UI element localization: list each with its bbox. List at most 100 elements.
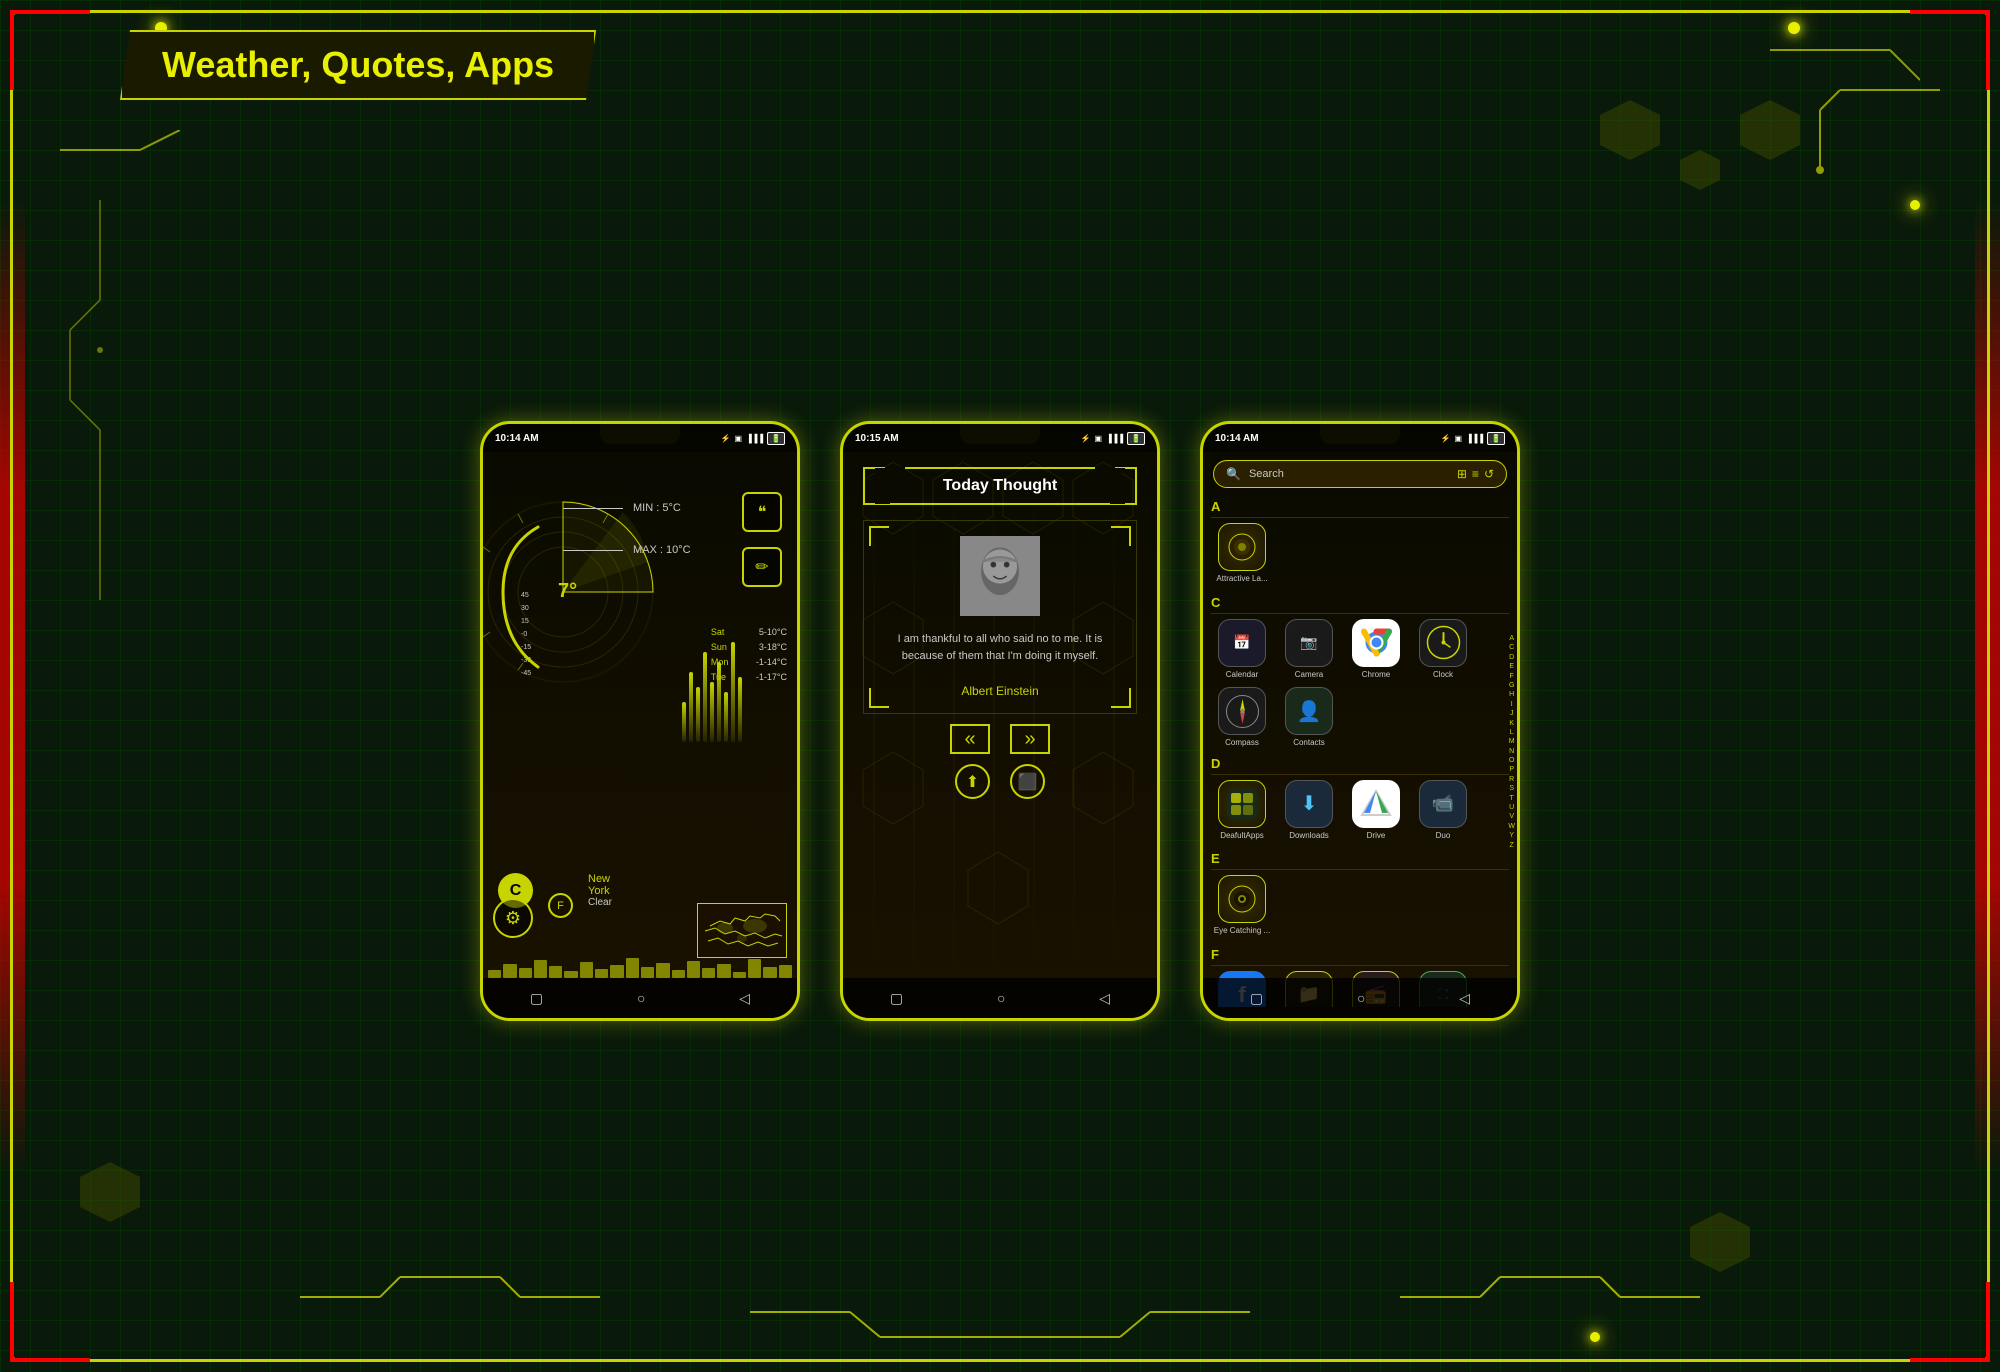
- vbar-9: [738, 677, 742, 742]
- vbar-5: [710, 682, 714, 742]
- settings-button[interactable]: ⚙: [493, 898, 533, 938]
- world-map: [697, 903, 787, 958]
- idx-f[interactable]: F: [1508, 673, 1515, 681]
- weather-icon-buttons: ❝ ✏: [742, 492, 782, 587]
- phone1-notch: [600, 424, 680, 444]
- idx-h[interactable]: H: [1508, 691, 1515, 699]
- signal-icon: ▐▐▐: [746, 434, 763, 443]
- app-attractive[interactable]: Attractive La...: [1211, 523, 1273, 584]
- app-chrome[interactable]: Chrome: [1345, 619, 1407, 680]
- phone-thought: 10:15 AM ⚡ ▣ ▐▐▐ 🔋: [840, 421, 1160, 1021]
- phone1-status-icons: ⚡ ▣ ▐▐▐ 🔋: [720, 432, 785, 445]
- search-bar[interactable]: 🔍 Search ⊞ ≡ ↺: [1213, 460, 1507, 488]
- forecast-sat: Sat 5-10°C: [711, 627, 787, 637]
- idx-u[interactable]: U: [1508, 804, 1515, 812]
- quote-icon-btn[interactable]: ❝: [742, 492, 782, 532]
- idx-m[interactable]: M: [1508, 738, 1515, 746]
- nav-circle-2[interactable]: ○: [997, 990, 1005, 1006]
- app-eyecatching[interactable]: Eye Catching ...: [1211, 875, 1273, 936]
- f-temperature-indicator[interactable]: F: [548, 893, 573, 918]
- corner-bl: [10, 1282, 90, 1362]
- grid-view-icon[interactable]: ⊞: [1457, 467, 1467, 481]
- phone3-battery: 🔋: [1487, 432, 1505, 445]
- nav-back-3[interactable]: ◁: [1459, 990, 1470, 1007]
- app-defaultapps[interactable]: DeafultApps: [1211, 780, 1273, 841]
- idx-o[interactable]: O: [1508, 757, 1515, 765]
- phone3-wifi: ▣: [1454, 434, 1462, 443]
- idx-y[interactable]: Y: [1508, 832, 1515, 840]
- phone2-wifi: ▣: [1094, 434, 1102, 443]
- nav-back-1[interactable]: ◁: [739, 990, 750, 1007]
- nav-back-2[interactable]: ◁: [1099, 990, 1110, 1007]
- eq-bar-9: [610, 965, 623, 978]
- idx-z[interactable]: Z: [1508, 842, 1515, 850]
- phones-container: 10:14 AM ⚡ ▣ ▐▐▐ 🔋: [100, 150, 1900, 1292]
- app-clock[interactable]: Clock: [1412, 619, 1474, 680]
- app-downloads[interactable]: ⬇ Downloads: [1278, 780, 1340, 841]
- idx-w[interactable]: W: [1508, 823, 1515, 831]
- drive-icon: [1352, 780, 1400, 828]
- idx-v[interactable]: V: [1508, 813, 1515, 821]
- idx-g[interactable]: G: [1508, 682, 1515, 690]
- idx-s[interactable]: S: [1508, 785, 1515, 793]
- clock-name: Clock: [1433, 670, 1453, 680]
- app-contacts[interactable]: 👤 Contacts: [1278, 687, 1340, 748]
- nav-square-2[interactable]: ▢: [890, 990, 903, 1007]
- bottom-circuit-right: [1400, 1272, 1700, 1322]
- city-name: New York: [588, 873, 618, 897]
- compass-name: Compass: [1225, 738, 1259, 748]
- phone-weather: 10:14 AM ⚡ ▣ ▐▐▐ 🔋: [480, 421, 800, 1021]
- refresh-icon[interactable]: ↺: [1484, 467, 1494, 481]
- app-drive[interactable]: Drive: [1345, 780, 1407, 841]
- idx-r[interactable]: R: [1508, 776, 1515, 784]
- vbar-4: [703, 652, 707, 742]
- einstein-image: [960, 536, 1040, 616]
- idx-p[interactable]: P: [1508, 766, 1515, 774]
- svg-text:-45: -45: [521, 670, 531, 677]
- app-calendar[interactable]: 📅 Calendar: [1211, 619, 1273, 680]
- eq-bar-19: [763, 967, 776, 978]
- min-temp-text: MIN : 5°C: [633, 502, 681, 514]
- idx-a[interactable]: A: [1508, 635, 1515, 643]
- nav-square-3[interactable]: ▢: [1250, 990, 1263, 1007]
- eyecatching-name: Eye Catching ...: [1214, 926, 1270, 936]
- attractive-icon: [1218, 523, 1266, 571]
- search-icon: 🔍: [1226, 467, 1241, 481]
- phone-apps: 10:14 AM ⚡ ▣ ▐▐▐ 🔋 🔍 Search ⊞ ≡ ↺: [1200, 421, 1520, 1021]
- phone2-content: Today Thought: [843, 452, 1157, 1018]
- letter-e: E: [1211, 848, 1509, 870]
- idx-t[interactable]: T: [1508, 795, 1515, 803]
- alphabet-sidebar: A C D E F G H I J K L M N O P R S T U V: [1508, 507, 1515, 978]
- forecast-day-tue: Tue: [711, 672, 741, 682]
- app-compass[interactable]: Compass: [1211, 687, 1273, 748]
- app-list: A Attractive La...: [1203, 496, 1517, 1007]
- nav-circle-1[interactable]: ○: [637, 990, 645, 1006]
- edit-icon-btn[interactable]: ✏: [742, 547, 782, 587]
- idx-i[interactable]: I: [1508, 701, 1515, 709]
- forecast-tue: Tue -1-17°C: [711, 672, 787, 682]
- idx-e[interactable]: E: [1508, 663, 1515, 671]
- list-view-icon[interactable]: ≡: [1472, 467, 1479, 481]
- duo-name: Duo: [1436, 831, 1451, 841]
- nav-circle-3[interactable]: ○: [1357, 990, 1365, 1006]
- clock-icon: [1419, 619, 1467, 667]
- idx-j[interactable]: J: [1508, 710, 1515, 718]
- phone2-nav: ▢ ○ ◁: [843, 978, 1157, 1018]
- eq-bar-12: [656, 963, 669, 978]
- app-camera[interactable]: 📷 Camera: [1278, 619, 1340, 680]
- app-duo[interactable]: 📹 Duo: [1412, 780, 1474, 841]
- thought-header: Today Thought: [863, 467, 1137, 505]
- idx-l[interactable]: L: [1508, 729, 1515, 737]
- weather-forecast: Sat 5-10°C Sun 3-18°C Mon -1-14°C Tue -1…: [711, 627, 787, 682]
- idx-d[interactable]: D: [1508, 654, 1515, 662]
- phone3-bluetooth: ⚡: [1440, 434, 1450, 443]
- attractive-name: Attractive La...: [1216, 574, 1267, 584]
- search-actions: ⊞ ≡ ↺: [1457, 467, 1494, 481]
- phone3-nav: ▢ ○ ◁: [1203, 978, 1517, 1018]
- idx-c[interactable]: C: [1508, 644, 1515, 652]
- camera-icon: 📷: [1285, 619, 1333, 667]
- idx-k[interactable]: K: [1508, 720, 1515, 728]
- idx-n[interactable]: N: [1508, 748, 1515, 756]
- nav-square-1[interactable]: ▢: [530, 990, 543, 1007]
- drive-name: Drive: [1367, 831, 1386, 841]
